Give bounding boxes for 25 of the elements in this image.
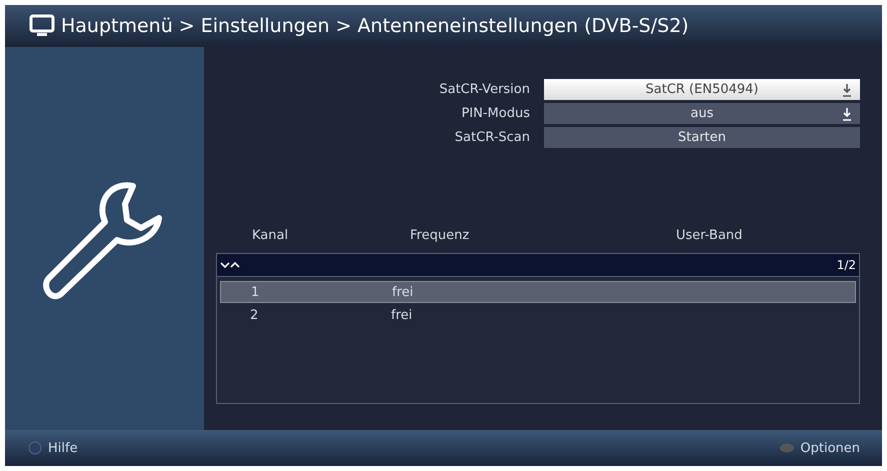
table-cell-text: frei (391, 308, 414, 322)
column-header: User-Band (676, 228, 742, 243)
table-cell-text: frei (392, 284, 414, 300)
download-arrow-icon (842, 107, 852, 121)
download-arrow-icon (842, 83, 852, 97)
remote-key-icon (779, 441, 796, 455)
scan-button[interactable]: Starten (544, 127, 860, 148)
channel-row[interactable]: 1 frei (220, 281, 856, 303)
footer-label: Hilfe (48, 440, 78, 456)
column-header: Kanal (252, 228, 290, 243)
breadcrumb: Hauptmenü > Einstellungen > Antenneneinstellungen (DVB-S/S2) (61, 15, 689, 37)
round-key-icon (27, 441, 43, 455)
table-cell-text: 2 (250, 308, 260, 322)
dropdown-field[interactable]: aus (544, 103, 860, 124)
footer-label: Optionen (800, 440, 860, 456)
page-indicator: 1/2 (836, 258, 856, 272)
setting-label: PIN-Modus (460, 106, 530, 121)
page-arrows-icon[interactable] (220, 261, 240, 269)
table-cell-text: 1 (251, 284, 260, 300)
dropdown-field[interactable]: SatCR (EN50494) (544, 79, 860, 100)
tv-icon (29, 14, 55, 38)
setting-label: SatCR-Scan (454, 130, 530, 145)
channel-row[interactable]: 2 frei (220, 305, 856, 325)
setting-label: SatCR-Version (438, 82, 530, 97)
column-header: Frequenz (410, 228, 470, 243)
